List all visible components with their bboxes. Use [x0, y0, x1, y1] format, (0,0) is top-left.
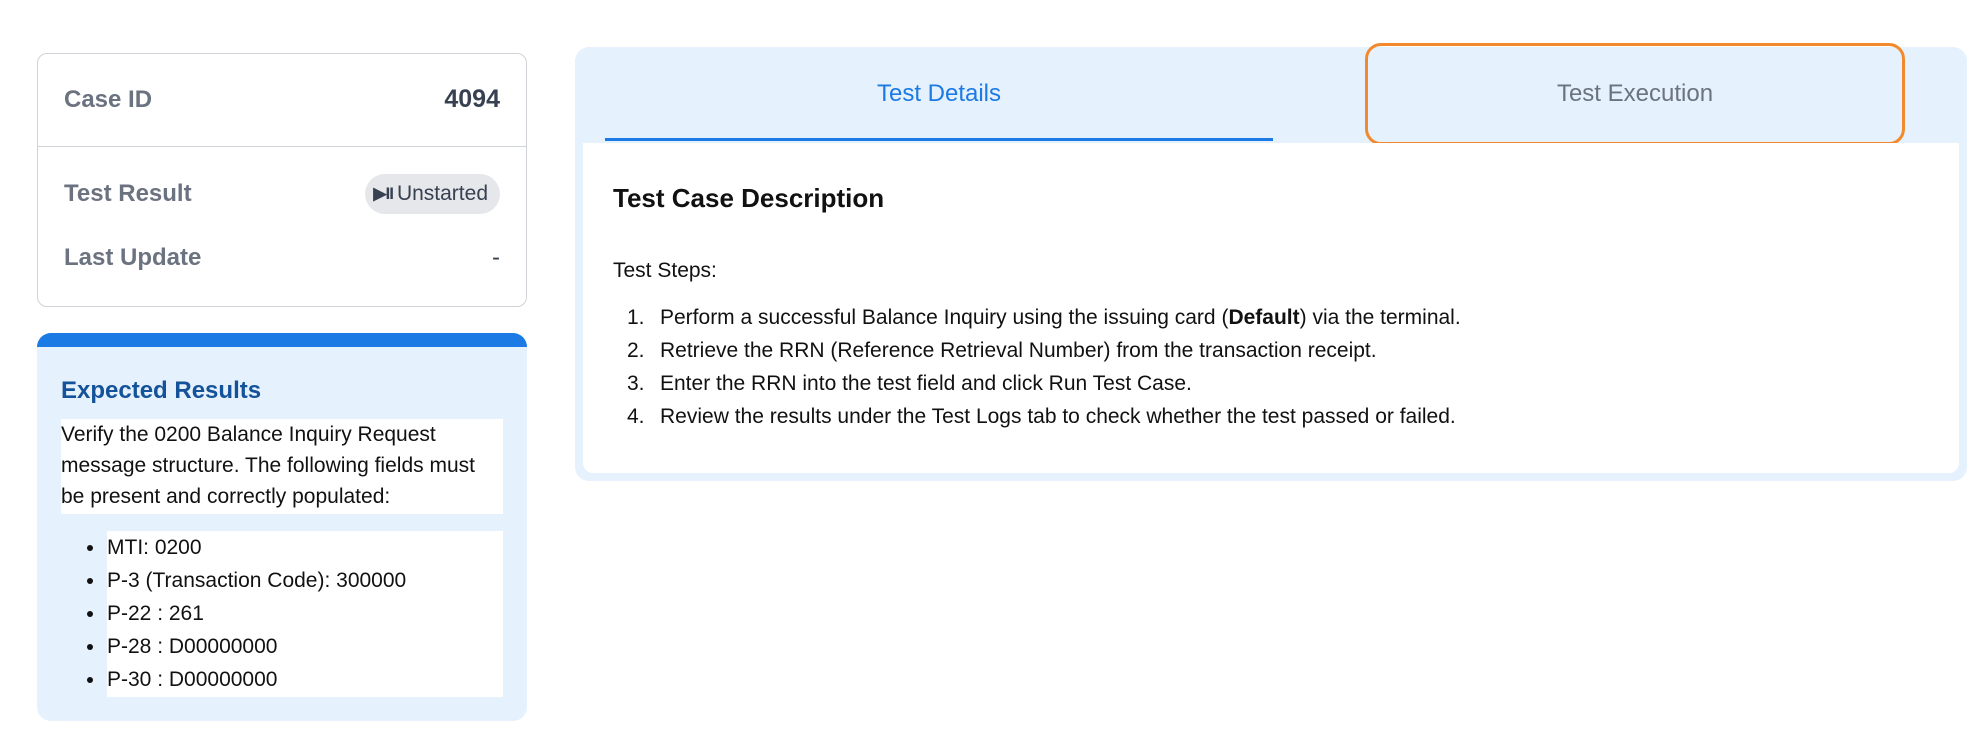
page: Case ID 4094 Test Result ▶II Unstarted L… [0, 0, 1978, 742]
tab-content: Test Case Description Test Steps: 1. Perf… [583, 143, 1959, 473]
list-item: 2. Retrieve the RRN (Reference Retrieval … [613, 334, 1913, 367]
step-text: Retrieve the RRN (Reference Retrieval Nu… [660, 339, 1377, 362]
case-id-label: Case ID [64, 85, 153, 113]
last-update-label: Last Update [64, 244, 202, 271]
step-text: Enter the RRN into the test field and cl… [660, 372, 1192, 395]
list-item: P-22 : 261 [87, 597, 503, 630]
last-update-row: Last Update - [64, 244, 500, 272]
list-item: 3. Enter the RRN into the test field and … [613, 367, 1913, 400]
page-title: Test Case Description [613, 183, 885, 213]
list-item: P-30 : D00000000 [87, 663, 503, 696]
status-badge-label: Unstarted [396, 182, 488, 205]
step-bold-text: Default [1228, 306, 1300, 329]
status-badge: ▶II Unstarted [365, 174, 500, 214]
last-update-value: - [492, 244, 500, 271]
divider [38, 146, 526, 147]
list-item: 4. Review the results under the Test Logs… [613, 400, 1913, 433]
steps-label: Test Steps: [613, 259, 717, 282]
expected-fields-list: MTI: 0200 P-3 (Transaction Code): 300000… [61, 531, 503, 697]
expected-results-title: Expected Results [61, 377, 262, 404]
list-item: P-3 (Transaction Code): 300000 [87, 564, 503, 597]
case-info-card: Case ID 4094 Test Result ▶II Unstarted L… [37, 53, 527, 307]
step-text: Review the results under the Test Logs t… [660, 405, 1456, 428]
test-result-label: Test Result [64, 180, 192, 207]
card-accent-bar [37, 333, 527, 347]
expected-results-description: Verify the 0200 Balance Inquiry Request … [61, 419, 503, 514]
tab-test-details[interactable]: Test Details [605, 47, 1273, 141]
step-number: 2. [627, 339, 645, 362]
case-id-row: Case ID 4094 [64, 85, 500, 114]
list-item: MTI: 0200 [87, 531, 503, 564]
play-pause-icon: ▶II [373, 184, 394, 203]
step-number: 4. [627, 405, 645, 428]
case-id-value: 4094 [444, 85, 500, 113]
test-result-row: Test Result ▶II Unstarted [64, 174, 500, 214]
step-text: Perform a successful Balance Inquiry usi… [660, 306, 1229, 329]
tab-test-execution[interactable]: Test Execution [1365, 43, 1905, 145]
step-text-end: ) via the terminal. [1299, 306, 1461, 329]
expected-results-card: Expected Results Verify the 0200 Balance… [37, 333, 527, 721]
list-item: P-28 : D00000000 [87, 630, 503, 663]
test-panel: Test Details Test Execution Test Case De… [575, 43, 1967, 481]
step-number: 3. [627, 372, 645, 395]
step-number: 1. [627, 306, 645, 329]
steps-list: 1. Perform a successful Balance Inquiry u… [613, 301, 1913, 433]
list-item: 1. Perform a successful Balance Inquiry u… [613, 301, 1913, 334]
